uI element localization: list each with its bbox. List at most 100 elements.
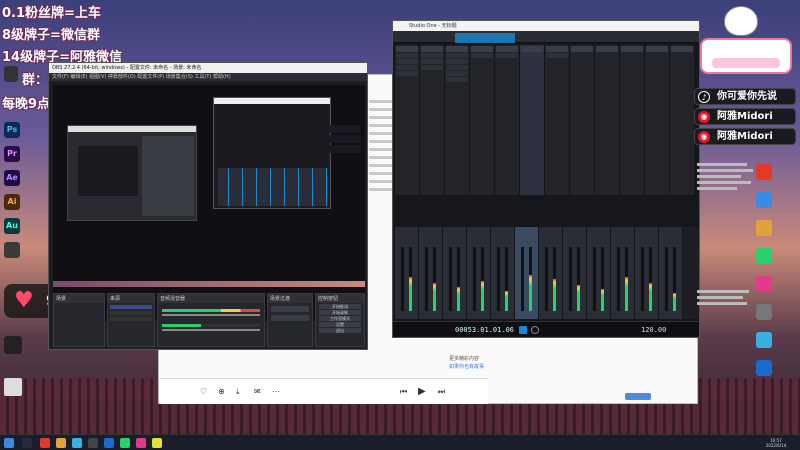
obs-menu[interactable]: 文件(F) 编辑(E) 视图(V) 停靠部件(D) 配置文件(P) 场景集合(S… <box>49 73 367 81</box>
mixer-channel[interactable] <box>659 227 683 319</box>
mixer-channel[interactable] <box>419 227 443 319</box>
mixer-channel[interactable] <box>587 227 611 319</box>
track-column[interactable] <box>570 45 595 195</box>
track-column[interactable] <box>670 45 695 195</box>
mixer-channel[interactable] <box>635 227 659 319</box>
clock-date: 2022/6/14 <box>765 443 787 448</box>
right-desktop-icons <box>756 164 772 388</box>
daw-toolbar[interactable] <box>393 31 699 43</box>
folder-icon[interactable] <box>56 438 66 448</box>
app-icon[interactable] <box>756 164 772 180</box>
after-effects-icon[interactable]: Ae <box>4 170 20 186</box>
browser-icon[interactable] <box>72 438 82 448</box>
track-column[interactable] <box>445 45 470 195</box>
mixer-channel[interactable] <box>395 227 419 319</box>
mixer-channel[interactable] <box>443 227 467 319</box>
transitions-dock-title: 场景过渡 <box>268 294 312 303</box>
track-grid[interactable] <box>395 45 699 195</box>
sources-dock[interactable]: 来源 <box>107 293 155 347</box>
track-column[interactable] <box>395 45 420 195</box>
music-player[interactable]: ♡ ⊕ ⤓ ✉ ⋯ ⏮ ▶ ⏭ <box>160 378 488 404</box>
app-icon[interactable] <box>756 304 772 320</box>
weibo-name-1: 阿雅Midori <box>717 111 773 122</box>
audio-meter <box>162 324 260 327</box>
more-icon[interactable]: ⋯ <box>272 387 280 396</box>
app-icon[interactable] <box>756 192 772 208</box>
transitions-dock[interactable]: 场景过渡 <box>267 293 313 347</box>
mixer-channel-selected[interactable] <box>515 227 539 319</box>
comment-icon[interactable]: ✉ <box>254 387 261 396</box>
play-button[interactable] <box>519 326 527 334</box>
audition-icon[interactable]: Au <box>4 218 20 234</box>
track-column[interactable] <box>495 45 520 195</box>
start-stream-button[interactable]: 开始推流 <box>319 304 361 309</box>
heart-icon: ♥ <box>14 288 34 313</box>
track-column[interactable] <box>645 45 670 195</box>
transport-bar[interactable]: 00053.01.01.06 120.00 <box>393 321 699 337</box>
download-icon[interactable]: ⤓ <box>236 387 240 397</box>
transition-select[interactable] <box>271 306 309 312</box>
mixer-channel[interactable] <box>467 227 491 319</box>
play-icon[interactable]: ▶ <box>418 386 426 397</box>
weibo-name-2: 阿雅Midori <box>717 131 773 142</box>
app-icon[interactable] <box>152 438 162 448</box>
track-column[interactable] <box>470 45 495 195</box>
track-column[interactable] <box>420 45 445 195</box>
app-icon[interactable] <box>756 332 772 348</box>
prev-icon[interactable]: ⏮ <box>400 387 407 397</box>
app-icon[interactable] <box>40 438 50 448</box>
start-icon[interactable] <box>4 438 14 448</box>
search-icon[interactable] <box>22 438 32 448</box>
taskbar: 16:57 2022/6/14 <box>0 434 800 450</box>
app-icon[interactable] <box>104 438 114 448</box>
mixer-channel[interactable] <box>611 227 635 319</box>
app-icon[interactable] <box>756 248 772 264</box>
obs-window[interactable]: OBS 27.2.4 (64-bit, windows) - 配置文件: 未命名… <box>48 62 368 350</box>
nested-badges <box>321 125 361 161</box>
studio-one-window[interactable]: Studio One - 无标题 00053.01.01.06 120.00 <box>392 20 700 338</box>
studio-mode-button[interactable]: 工作室模式 <box>319 316 361 321</box>
wechat-icon[interactable] <box>120 438 130 448</box>
app-icon[interactable] <box>136 438 146 448</box>
audio-mixer-dock[interactable]: 音频混音器 <box>157 293 265 347</box>
volume-slider[interactable] <box>162 329 260 331</box>
nested-panel <box>142 136 194 216</box>
controls-dock[interactable]: 控制按钮 开始推流 开始录制 工作室模式 设置 退出 <box>315 293 365 347</box>
illustrator-icon[interactable]: Ai <box>4 194 20 210</box>
mixer-channel[interactable] <box>563 227 587 319</box>
settings-button[interactable]: 设置 <box>319 322 361 327</box>
photoshop-icon[interactable]: Ps <box>4 122 20 138</box>
track-column[interactable] <box>520 45 545 195</box>
app-icon[interactable] <box>4 242 20 258</box>
obs-icon[interactable] <box>88 438 98 448</box>
doc-footer-link[interactable]: 如果你也有故事 <box>449 363 484 370</box>
mixer-channel[interactable] <box>491 227 515 319</box>
file-icon[interactable] <box>4 378 22 396</box>
track-column[interactable] <box>545 45 570 195</box>
clock[interactable]: 16:57 2022/6/14 <box>756 438 796 448</box>
doc-action-button[interactable] <box>625 393 651 400</box>
record-button[interactable] <box>531 326 539 334</box>
tool-select-icon[interactable] <box>455 33 515 43</box>
app-icon[interactable] <box>756 276 772 292</box>
scenes-dock[interactable]: 场景 <box>53 293 105 347</box>
controls-dock-title: 控制按钮 <box>316 294 364 303</box>
add-icon[interactable]: ⊕ <box>218 387 225 396</box>
track-column[interactable] <box>595 45 620 195</box>
mixer-channel[interactable] <box>539 227 563 319</box>
app-icon[interactable] <box>756 220 772 236</box>
app-icon[interactable] <box>756 360 772 376</box>
tiktok-badge: ♪ 你可爱你先说 <box>694 88 796 105</box>
next-icon[interactable]: ⏭ <box>438 387 445 397</box>
volume-slider[interactable] <box>162 314 260 316</box>
cat-mascot-icon <box>724 6 758 36</box>
studio-app-icon[interactable] <box>4 336 22 354</box>
premiere-icon[interactable]: Pr <box>4 146 20 162</box>
obs-preview[interactable] <box>53 85 365 321</box>
track-column[interactable] <box>620 45 645 195</box>
like-icon[interactable]: ♡ <box>200 387 207 396</box>
duration-input[interactable] <box>271 315 309 321</box>
mixer[interactable] <box>395 227 699 319</box>
exit-button[interactable]: 退出 <box>319 328 361 333</box>
start-record-button[interactable]: 开始录制 <box>319 310 361 315</box>
